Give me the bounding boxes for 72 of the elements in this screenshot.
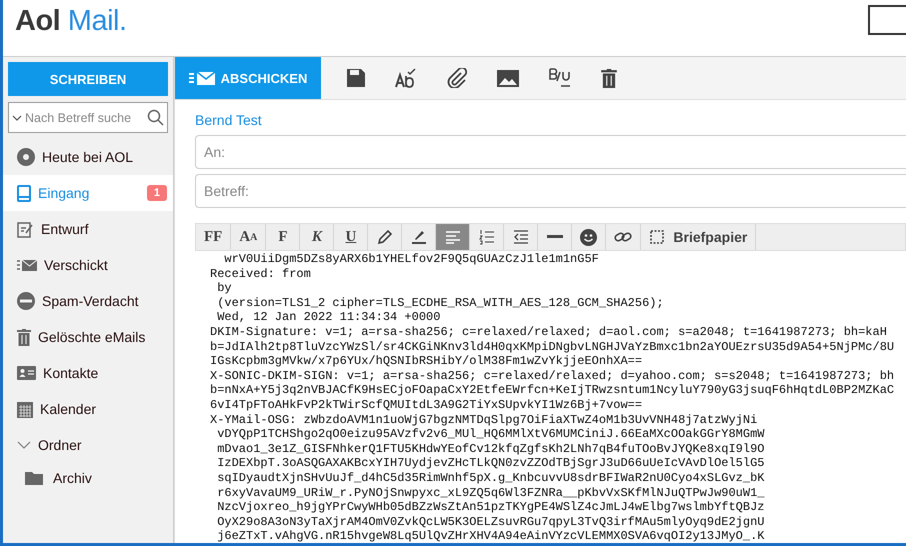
folder-item[interactable]: Ordner (3, 427, 173, 463)
contact-card-icon (17, 366, 36, 380)
unread-count: 1 (146, 185, 167, 201)
folder-item[interactable]: Spam-Verdacht (3, 283, 173, 319)
blocked-icon (17, 292, 35, 310)
folder-label: Verschickt (44, 257, 108, 273)
folder-icon (25, 471, 43, 485)
folder-item[interactable]: Entwurf (3, 211, 173, 247)
folder-item[interactable]: Verschickt (3, 247, 173, 283)
align-left-icon (444, 230, 461, 244)
folder-item[interactable]: Kontakte (3, 355, 173, 391)
message-text-line: Wed, 12 Jan 2022 11:34:34 +0000 (216, 310, 440, 325)
folder-label: Heute bei AOL (42, 149, 134, 165)
subject-field[interactable]: Betreff: (195, 174, 906, 208)
save-icon[interactable] (347, 69, 365, 87)
message-text-line: IGsKcpbm3gMVkw/x7p6YUx/hQSNIbRSHibY/olM38Fm1wZvYkjjeEOnhXA== (210, 354, 642, 369)
marker-icon (410, 229, 427, 245)
envelope-icon (188, 71, 215, 85)
aol-mail-logo: Aol Mail. (15, 4, 127, 38)
message-text-line: 6vI4TpFToAHkFvP2kTWirScfQMUItdL3A9G2TiYxSUpvkYI1Wz6Bj+7vow== (210, 398, 642, 413)
folder-label: Spam-Verdacht (42, 293, 138, 309)
spellcheck-icon[interactable] (395, 68, 417, 88)
message-text-line: j6eZTxT.vAhgVG.nR15hvgeW8Lq5UlQvZHrXHV4A94eAinVYzcVLEMMX0SVA6vqOI2y13JMyO_.K (216, 529, 764, 543)
folder-label: Kontakte (43, 365, 98, 381)
message-text-line: NzcVjoxreo_h9jgYPrCwyWHb05dBZzWsZtAn51pzTKYgPE4WSlZ4cJmLJ4wElbg7wslmbYftQBJz (216, 500, 764, 515)
pen-icon (376, 229, 393, 245)
trash-icon (17, 328, 31, 346)
inbox-icon (17, 184, 31, 202)
folder-label: Kalender (40, 401, 96, 417)
message-text-line: X-YMail-OSG: zWbzdoAVM1n1uoWjG7bgzNMTDqSlpg7OiFiaXTwZ4oM1b3UvVNH48j7atzWyjNi (210, 412, 758, 428)
search-icon (147, 109, 164, 126)
folder-item[interactable]: Archiv (3, 463, 173, 493)
link-icon (614, 231, 632, 243)
align-tool-button[interactable] (436, 224, 470, 250)
calendar-icon (17, 400, 33, 418)
folder-label: Archiv (53, 470, 92, 486)
message-text-line: X-SONIC-DKIM-SIGN: v=1; a=rsa-sha256; c=relaxed/relaxed; d=yahoo.com; s=s2048; t=1641987273; bh (210, 368, 894, 384)
folder-label: Gelöschte eMails (38, 329, 146, 345)
recipient-field[interactable]: An: (195, 135, 906, 169)
image-icon[interactable] (497, 70, 519, 86)
message-text-line: b=JdIAlh2tp8TluVzcYWzSl/sr4CKGiNKnv3ld4H0qxKMpiDNgbvLNGHJVaYzBmxc1bn2aYOUEzrsU35d9A54+5NjPMc/8U (210, 340, 894, 354)
message-text-line: OyX29o8A3oN3yTaXjrAM4OmV0ZvkQcLW5K3OELZsuvRGu7qpyL3TvQ3irfMAu5mlyOyq9dE2jgnU (216, 514, 764, 530)
folder-label: Entwurf (41, 221, 88, 237)
search-field[interactable]: Nach Betreff suche (8, 102, 168, 133)
folder-item[interactable]: Kalender (3, 391, 173, 427)
message-text-line: wrV0UiiDgm5DZs8yARX6b1YHELfov2F9Q5qGUAzCzJ1le1m1nG5F (223, 252, 599, 267)
smiley-icon (580, 228, 598, 246)
text-format-icon[interactable] (549, 68, 571, 88)
folder-item[interactable]: Heute bei AOL (3, 139, 173, 175)
folder-label: Ordner (38, 437, 82, 453)
message-text-line: r6xyVavaUM9_URiW_r.PyNOjSnwpyxc_xL9ZQ5q6Wl3FZNRa__pKbvVxSKfMlNJuQTPwJw90uW1_ (216, 486, 764, 500)
folder-label: Eingang (38, 185, 90, 201)
numbered-list-icon (478, 229, 495, 245)
message-text-line: b=nNxA+Y5j3q2nVBJACfK9HsECjoFOapaCxY2EtfeEWrfcn+KeIjTRwzsntum1NcyluY790yG3jsuqF6hHqtdL0BP2MZKaC (210, 383, 894, 398)
header-box (868, 5, 906, 35)
aol-icon (17, 148, 35, 166)
message-text-line: mDvao1_3e1Z_GISFNhkerQ1FTU5KHdwYEofCv12kfqZgfsKh2LNh7qB4fuTOoBvJYQKe8xqI9l9O (216, 442, 764, 456)
outdent-icon (512, 230, 529, 244)
trash-icon[interactable] (601, 68, 617, 88)
message-text-line: by (216, 281, 232, 296)
message-text-line: vDYQpP1TCHShgo2qO0eizu95AVzfv2v6_MUl_HQ6MMlXtV6MUMCiniJ.66EaMXcOOakGGrY8MGmW (216, 427, 764, 442)
message-text-line: IzDEXbpT.3oASQGAXAKBcxYIH7UydjevZHcTLkQN0zvZZOdTBjSgrJ3uD66uUeIcVAvDlOel5lG5 (216, 456, 764, 471)
message-text-line: (version=TLS1_2 cipher=TLS_ECDHE_RSA_WITH_AES_128_GCM_SHA256); (216, 296, 664, 310)
envelope-icon (17, 259, 37, 271)
edit-icon (17, 220, 34, 238)
stationery-icon (649, 229, 666, 245)
message-text-line: DKIM-Signature: v=1; a=rsa-sha256; c=relaxed/relaxed; d=aol.com; s=a2048; t=1641987273; bh=kaH (210, 324, 887, 340)
message-text-line: sqIDyaudtXjnSHvUuJf_d4hC5d35RimWnhf5pX.g_KnbcuvvU8sdrBFIWaR2nU0Cyo4xSLGvz_bK (216, 470, 764, 486)
chevron-down-icon (12, 114, 22, 120)
paperclip-icon[interactable] (447, 68, 467, 88)
folder-item[interactable]: Gelöschte eMails (3, 319, 173, 355)
message-text-line: Received: from (210, 266, 311, 282)
